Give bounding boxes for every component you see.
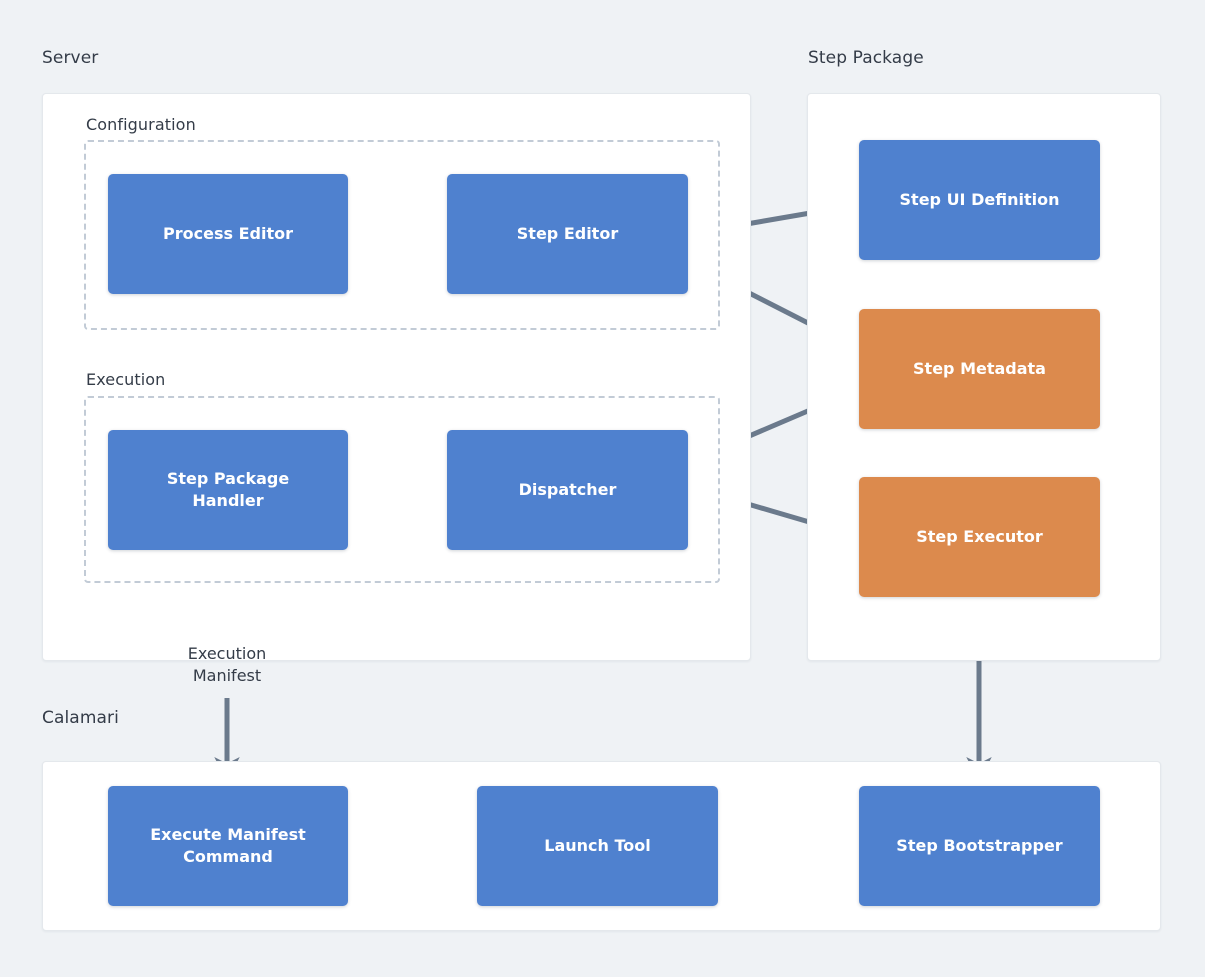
- node-step-editor-label: Step Editor: [516, 223, 619, 243]
- group-title-calamari: Calamari: [42, 708, 119, 728]
- node-step-metadata[interactable]: Step Metadata: [859, 309, 1100, 429]
- node-launch-tool-label: Launch Tool: [544, 835, 651, 855]
- edge-label-execution-manifest-line1: Execution: [187, 644, 267, 663]
- node-step-executor-label: Step Executor: [916, 526, 1043, 546]
- group-title-server: Server: [42, 48, 99, 68]
- group-title-step-package: Step Package: [808, 48, 924, 68]
- node-step-metadata-label: Step Metadata: [913, 358, 1046, 378]
- node-step-executor[interactable]: Step Executor: [859, 477, 1100, 597]
- node-step-package-handler-label-line1: Step Package: [166, 468, 290, 488]
- node-step-ui-definition[interactable]: Step UI Definition: [859, 140, 1100, 260]
- subgroup-title-configuration: Configuration: [86, 115, 196, 134]
- subgroup-title-execution: Execution: [86, 370, 166, 389]
- node-step-editor[interactable]: Step Editor: [447, 174, 688, 294]
- node-step-bootstrapper-label: Step Bootstrapper: [896, 835, 1063, 855]
- node-process-editor-label: Process Editor: [163, 223, 293, 243]
- node-step-package-handler-label-line2: Handler: [192, 491, 264, 510]
- edge-label-execution-manifest: Execution Manifest: [152, 643, 302, 686]
- node-step-ui-definition-label: Step UI Definition: [899, 189, 1060, 209]
- node-step-package-handler[interactable]: Step Package Handler: [108, 430, 348, 550]
- node-step-bootstrapper[interactable]: Step Bootstrapper: [859, 786, 1100, 906]
- node-execute-manifest-command-label-line1: Execute Manifest: [150, 824, 306, 844]
- diagram-canvas: Server Configuration Process Editor Step…: [0, 0, 1205, 977]
- edge-label-execution-manifest-line2: Manifest: [192, 665, 262, 685]
- node-execute-manifest-command-label-line2: Command: [183, 847, 273, 866]
- node-execute-manifest-command[interactable]: Execute Manifest Command: [108, 786, 348, 906]
- node-launch-tool[interactable]: Launch Tool: [477, 786, 718, 906]
- node-process-editor[interactable]: Process Editor: [108, 174, 348, 294]
- node-dispatcher-label: Dispatcher: [518, 479, 617, 499]
- node-dispatcher[interactable]: Dispatcher: [447, 430, 688, 550]
